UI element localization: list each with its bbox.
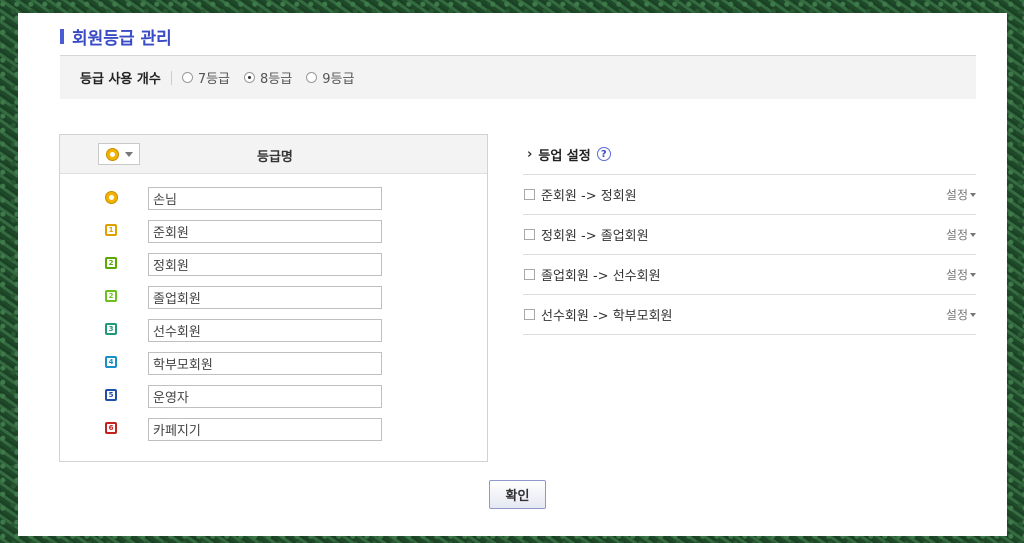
levelup-label: 정회원 -> 졸업회원: [541, 229, 649, 244]
setting-dropdown[interactable]: 설정: [946, 186, 976, 203]
grade-row: 1: [60, 220, 487, 244]
grade-2-icon: 2: [105, 290, 119, 304]
grade-name-input[interactable]: [148, 286, 382, 309]
grade-row: 2: [60, 286, 487, 310]
page-title: 회원등급 관리: [60, 26, 172, 49]
radio-label: 9등급: [322, 72, 355, 87]
chevron-down-icon: [124, 151, 133, 157]
grade-name-input[interactable]: [148, 418, 382, 441]
grade-6-icon: 6: [105, 422, 119, 436]
grade-5-icon: 5: [105, 389, 119, 403]
smiley-icon: [105, 147, 119, 161]
grade-name-input[interactable]: [148, 253, 382, 276]
grade-name-input[interactable]: [148, 220, 382, 243]
levelup-row: 준회원 -> 정회원 설정: [523, 175, 976, 215]
grade-count-row: 등급 사용 개수 7등급 8등급 9등급: [60, 55, 976, 99]
chevron-down-icon: [970, 312, 976, 317]
smiley-icon: [105, 191, 119, 205]
radio-button[interactable]: [181, 72, 193, 83]
grade-name-input[interactable]: [148, 385, 382, 408]
grade-name-input[interactable]: [148, 319, 382, 342]
chevron-down-icon: [970, 232, 976, 237]
levelup-row: 졸업회원 -> 선수회원 설정: [523, 255, 976, 295]
chevron-down-icon: [970, 272, 976, 277]
grade-count-label: 등급 사용 개수: [80, 72, 161, 87]
grade-name-input[interactable]: [148, 187, 382, 210]
main-panel: 회원등급 관리 등급 사용 개수 7등급 8등급 9등급 등급명 손님 1 준회…: [18, 13, 1007, 536]
levelup-checkbox[interactable]: [524, 309, 535, 320]
radio-7-grades[interactable]: 7등급: [181, 68, 231, 87]
levelup-title: 등업 설정: [538, 148, 591, 164]
levelup-row: 선수회원 -> 학부모회원 설정: [523, 295, 976, 335]
setting-dropdown[interactable]: 설정: [946, 306, 976, 323]
grade-name-input[interactable]: [148, 352, 382, 375]
grade-4-icon: 4: [105, 356, 119, 370]
radio-9-grades[interactable]: 9등급: [306, 68, 354, 87]
radio-8-grades[interactable]: 8등급: [244, 68, 292, 87]
radio-button-selected[interactable]: [244, 72, 256, 83]
confirm-button[interactable]: 확인: [489, 480, 546, 509]
grade-row: [60, 187, 487, 211]
title-bar-marker: [60, 28, 64, 44]
levelup-label: 준회원 -> 정회원: [541, 189, 637, 204]
grade-3-icon: 3: [105, 323, 119, 337]
radio-button[interactable]: [306, 72, 318, 83]
levelup-label: 졸업회원 -> 선수회원: [541, 269, 661, 284]
setting-dropdown[interactable]: 설정: [946, 266, 976, 283]
levelup-checkbox[interactable]: [524, 189, 535, 200]
icon-select-dropdown[interactable]: [98, 143, 140, 165]
divider: [170, 70, 172, 85]
levelup-label: 선수회원 -> 학부모회원: [541, 309, 673, 324]
setting-dropdown[interactable]: 설정: [946, 226, 976, 243]
levelup-settings: › 등업 설정 ? 준회원 -> 정회원 설정 정회원 -> 졸업회원 설정 졸…: [523, 134, 976, 335]
chevron-right-icon: ›: [527, 146, 533, 162]
help-icon[interactable]: ?: [596, 147, 611, 161]
radio-label: 7등급: [197, 72, 231, 87]
grade-row: 6: [60, 418, 487, 442]
grade-name-header: 등급명: [257, 150, 293, 165]
grade-table: 등급명 1 2 2 3 4 5 6: [59, 134, 488, 462]
levelup-header: › 등업 설정 ?: [523, 134, 976, 175]
grade-row: 3: [60, 319, 487, 343]
levelup-checkbox[interactable]: [524, 269, 535, 280]
grade-row: 5: [60, 385, 487, 409]
grade-row: 4: [60, 352, 487, 376]
grade-table-header: 등급명: [60, 135, 487, 174]
chevron-down-icon: [970, 192, 976, 197]
levelup-row: 정회원 -> 졸업회원 설정: [523, 215, 976, 255]
grade-1-icon: 1: [105, 224, 119, 238]
grade-row: 2: [60, 253, 487, 277]
grade-2-icon: 2: [105, 257, 119, 271]
levelup-checkbox[interactable]: [524, 229, 535, 240]
page-title-text: 회원등급 관리: [72, 28, 172, 49]
radio-label: 8등급: [260, 72, 293, 87]
